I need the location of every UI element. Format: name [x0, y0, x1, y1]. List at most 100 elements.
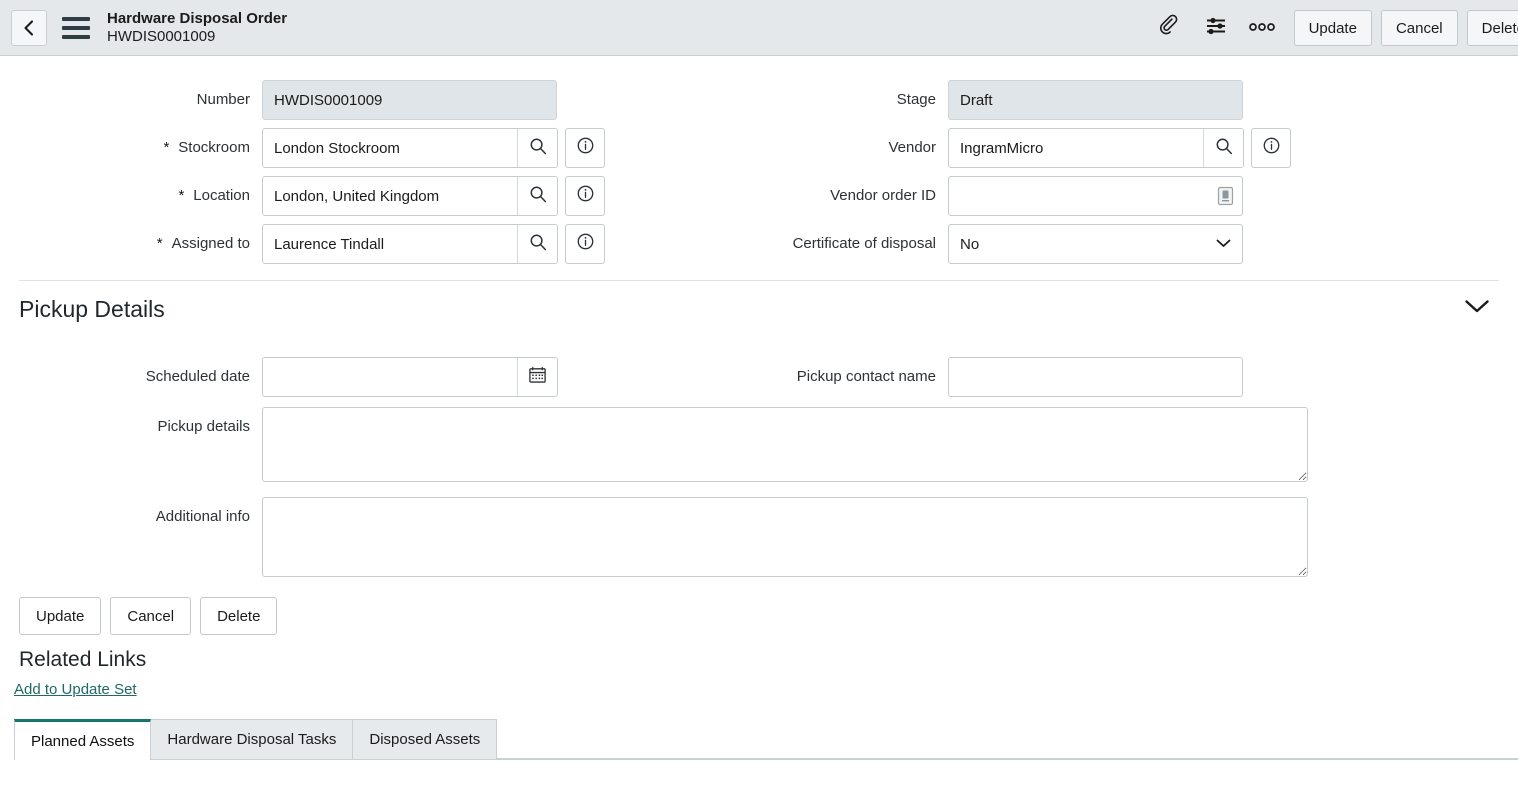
form-field-vendor: Vendor: [758, 128, 1291, 168]
info-icon: [576, 136, 595, 160]
form-row-number-stage: Number HWDIS0001009 Stage Draft: [0, 80, 1518, 120]
required-asterisk-icon: *: [157, 236, 163, 251]
form-row-pickup-details: Pickup details: [0, 407, 1518, 482]
related-lists-tabs: Planned Assets Hardware Disposal Tasks D…: [0, 719, 1518, 760]
tab-label: Disposed Assets: [369, 731, 480, 748]
header-update-button[interactable]: Update: [1294, 10, 1372, 46]
location-label: * Location: [0, 176, 262, 204]
form-field-vendor-order-id: Vendor order ID: [758, 176, 1243, 216]
pickup-details-collapse-button[interactable]: [1458, 293, 1496, 325]
form-field-stockroom: * Stockroom: [0, 128, 758, 168]
back-button[interactable]: [11, 10, 47, 46]
additional-info-label: Additional info: [0, 497, 262, 525]
vendor-input[interactable]: [949, 129, 1203, 167]
location-input[interactable]: [263, 177, 517, 215]
paperclip-icon: [1158, 14, 1182, 43]
vendor-info-button[interactable]: [1251, 128, 1291, 168]
additional-info-textarea[interactable]: [262, 497, 1308, 577]
required-asterisk-icon: *: [163, 140, 169, 155]
stage-label: Stage: [758, 80, 948, 108]
attachment-button[interactable]: [1147, 6, 1193, 50]
more-options-button[interactable]: [1239, 6, 1285, 50]
vendor-label: Vendor: [758, 128, 948, 156]
tab-planned-assets[interactable]: Planned Assets: [14, 719, 151, 760]
pickup-contact-name-label: Pickup contact name: [758, 357, 948, 385]
form-row-location-vendororderid: * Location: [0, 176, 1518, 216]
personalize-form-button[interactable]: [1193, 6, 1239, 50]
info-icon: [576, 184, 595, 208]
number-label: Number: [0, 80, 262, 108]
chevron-left-icon: [21, 19, 37, 37]
search-icon: [529, 137, 547, 160]
stockroom-info-button[interactable]: [565, 128, 605, 168]
assigned-to-label-text: Assigned to: [172, 235, 250, 252]
add-to-update-set-link[interactable]: Add to Update Set: [14, 681, 137, 698]
form-field-pickup-contact-name: Pickup contact name: [758, 357, 1243, 397]
pickup-details-field-label: Pickup details: [0, 407, 262, 435]
form-field-certificate-of-disposal: Certificate of disposal No: [758, 224, 1243, 264]
app-header: Hardware Disposal Order HWDIS0001009: [0, 0, 1518, 56]
form-field-stage: Stage Draft: [758, 80, 1243, 120]
calendar-icon: [528, 365, 547, 389]
tab-disposed-assets[interactable]: Disposed Assets: [353, 719, 497, 759]
field-decorator-icon[interactable]: [1217, 186, 1234, 206]
assigned-to-info-button[interactable]: [565, 224, 605, 264]
form-field-assigned-to: * Assigned to: [0, 224, 758, 264]
stockroom-label: * Stockroom: [0, 128, 262, 156]
search-icon: [1215, 137, 1233, 160]
stage-value: Draft: [948, 80, 1243, 120]
location-info-button[interactable]: [565, 176, 605, 216]
required-asterisk-icon: *: [178, 188, 184, 203]
certificate-of-disposal-select[interactable]: No: [948, 224, 1243, 264]
related-links-title: Related Links: [0, 635, 1518, 672]
location-label-text: Location: [193, 187, 250, 204]
form-field-number: Number HWDIS0001009: [0, 80, 758, 120]
form-field-scheduled-date: Scheduled date: [0, 357, 758, 397]
pickup-details-textarea[interactable]: [262, 407, 1308, 482]
footer-cancel-button[interactable]: Cancel: [110, 597, 191, 635]
info-icon: [576, 232, 595, 256]
header-cancel-button[interactable]: Cancel: [1381, 10, 1458, 46]
pickup-contact-name-input[interactable]: [948, 357, 1243, 397]
pickup-details-title: Pickup Details: [19, 296, 165, 323]
form-row-stockroom-vendor: * Stockroom: [0, 128, 1518, 168]
pickup-details-section-header: Pickup Details: [0, 281, 1518, 335]
number-value: HWDIS0001009: [262, 80, 557, 120]
scheduled-date-label: Scheduled date: [0, 357, 262, 385]
form-field-location: * Location: [0, 176, 758, 216]
header-actions: Update Cancel Delete: [1147, 0, 1518, 56]
scheduled-date-calendar-button[interactable]: [517, 358, 557, 396]
search-icon: [529, 185, 547, 208]
stockroom-lookup-button[interactable]: [517, 129, 557, 167]
hamburger-menu-icon[interactable]: [62, 17, 90, 39]
info-icon: [1262, 136, 1281, 160]
form-action-buttons: Update Cancel Delete: [0, 585, 1518, 635]
tab-hardware-disposal-tasks[interactable]: Hardware Disposal Tasks: [151, 719, 353, 759]
form-row-scheduleddate-contact: Scheduled date: [0, 357, 1518, 397]
record-number: HWDIS0001009: [107, 28, 287, 46]
three-dots-icon: [1249, 19, 1275, 37]
record-title-block: Hardware Disposal Order HWDIS0001009: [107, 10, 287, 45]
record-form: Number HWDIS0001009 Stage Draft * Stockr…: [0, 56, 1518, 760]
footer-update-button[interactable]: Update: [19, 597, 101, 635]
assigned-to-label: * Assigned to: [0, 224, 262, 252]
assigned-to-input[interactable]: [263, 225, 517, 263]
stockroom-label-text: Stockroom: [178, 139, 250, 156]
footer-delete-button[interactable]: Delete: [200, 597, 277, 635]
vendor-lookup-button[interactable]: [1203, 129, 1243, 167]
scheduled-date-input[interactable]: [263, 358, 517, 396]
tab-bar: Planned Assets Hardware Disposal Tasks D…: [14, 719, 1518, 760]
form-row-assignedto-certificate: * Assigned to: [0, 224, 1518, 264]
form-row-additional-info: Additional info: [0, 497, 1518, 577]
tab-bar-filler: [497, 719, 1518, 759]
page-title: Hardware Disposal Order: [107, 10, 287, 28]
vendor-order-id-input[interactable]: [948, 176, 1243, 216]
vendor-order-id-label: Vendor order ID: [758, 176, 948, 204]
stockroom-input[interactable]: [263, 129, 517, 167]
location-lookup-button[interactable]: [517, 177, 557, 215]
search-icon: [529, 233, 547, 256]
sliders-icon: [1204, 14, 1228, 43]
header-delete-button[interactable]: Delete: [1467, 10, 1518, 46]
assigned-to-lookup-button[interactable]: [517, 225, 557, 263]
tab-label: Hardware Disposal Tasks: [167, 731, 336, 748]
